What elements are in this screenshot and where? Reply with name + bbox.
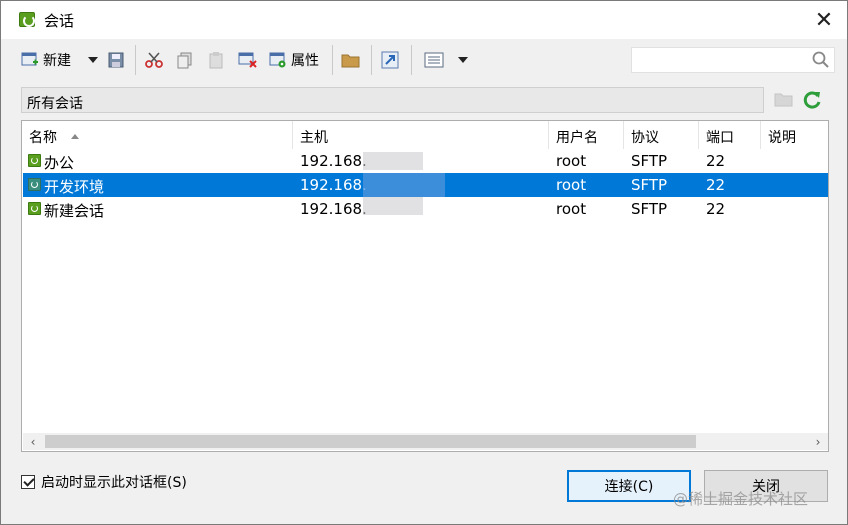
list-header: 名称 主机 用户名 协议 端口 说明: [22, 121, 828, 149]
column-header-name[interactable]: 名称: [22, 121, 293, 149]
redacted-host-blur: [363, 197, 423, 215]
properties-icon: [269, 51, 287, 69]
delete-session-icon: [238, 51, 257, 69]
redacted-host-blur: [363, 173, 445, 197]
session-user: root: [556, 176, 587, 194]
toolbar-separator: [332, 45, 333, 75]
column-header-description[interactable]: 说明: [761, 121, 828, 149]
chevron-down-icon: [88, 57, 98, 63]
save-button[interactable]: [107, 48, 125, 72]
shortcut-button[interactable]: [381, 48, 399, 72]
session-host: 192.168.: [300, 176, 367, 194]
scroll-right-icon[interactable]: ›: [812, 436, 824, 448]
folder-icon: [341, 51, 360, 69]
toolbar-separator: [411, 45, 412, 75]
list-item[interactable]: 开发环境 192.168. root SFTP 22: [23, 173, 828, 197]
scroll-left-icon[interactable]: ‹: [27, 436, 39, 448]
sort-ascending-icon: [71, 133, 79, 139]
column-header-protocol[interactable]: 协议: [624, 121, 699, 149]
properties-label: 属性: [291, 53, 319, 69]
session-host: 192.168.: [300, 200, 367, 218]
column-header-host[interactable]: 主机: [293, 121, 549, 149]
session-user: root: [556, 152, 587, 170]
refresh-icon[interactable]: [801, 89, 823, 111]
session-path-bar[interactable]: 所有会话: [21, 87, 764, 113]
view-mode-button[interactable]: [424, 48, 444, 72]
paste-icon: [207, 51, 225, 69]
session-path: 所有会话: [27, 96, 83, 112]
column-header-user[interactable]: 用户名: [549, 121, 624, 149]
new-session-dropdown[interactable]: [88, 48, 98, 72]
paste-button[interactable]: [207, 48, 225, 72]
session-port: 22: [706, 152, 726, 170]
close-window-button[interactable]: ✕: [801, 1, 847, 39]
session-port: 22: [706, 200, 726, 218]
toolbar-separator: [371, 45, 372, 75]
session-name: 开发环境: [44, 178, 105, 196]
title-bar: 会话 ✕: [1, 1, 847, 39]
session-icon: [28, 154, 41, 167]
list-item[interactable]: 新建会话 192.168. root SFTP 22: [23, 197, 828, 221]
cut-button[interactable]: [145, 48, 163, 72]
redacted-host-blur: [363, 152, 423, 170]
toolbar-separator: [135, 45, 136, 75]
show-on-startup-option[interactable]: 启动时显示此对话框(S): [21, 472, 187, 492]
shortcut-arrow-icon: [381, 51, 399, 69]
show-on-startup-label: 启动时显示此对话框(S): [41, 475, 187, 491]
session-icon: [28, 178, 41, 191]
chevron-down-icon: [458, 57, 468, 63]
session-host: 192.168.: [300, 152, 367, 170]
search-icon: [812, 51, 830, 69]
session-name: 办公: [44, 154, 75, 172]
open-folder-button[interactable]: [341, 48, 360, 72]
session-user: root: [556, 200, 587, 218]
copy-button[interactable]: [176, 48, 194, 72]
session-port: 22: [706, 176, 726, 194]
list-item[interactable]: 办公 192.168. root SFTP 22: [23, 149, 828, 173]
horizontal-scrollbar[interactable]: ‹ ›: [23, 433, 828, 450]
properties-button[interactable]: 属性: [269, 48, 319, 72]
session-dialog: 会话 ✕ 新建 属性 所有会话 名称 主机 用户名 协议 端口 说明 办公 19…: [0, 0, 848, 525]
window-title: 会话: [44, 12, 75, 30]
show-on-startup-checkbox[interactable]: [21, 475, 35, 489]
session-list[interactable]: 名称 主机 用户名 协议 端口 说明 办公 192.168. root SFTP…: [21, 120, 829, 452]
column-header-port[interactable]: 端口: [699, 121, 761, 149]
new-folder-icon[interactable]: [774, 92, 793, 107]
session-protocol: SFTP: [631, 152, 668, 170]
app-session-icon: [19, 12, 35, 27]
new-session-label: 新建: [43, 53, 71, 69]
scissors-icon: [145, 51, 163, 69]
new-session-icon: [21, 51, 39, 69]
new-session-button[interactable]: 新建: [21, 48, 71, 72]
search-input[interactable]: [631, 47, 835, 73]
session-name: 新建会话: [44, 202, 105, 220]
save-icon: [107, 51, 125, 69]
view-mode-dropdown[interactable]: [458, 48, 468, 72]
list-view-icon: [424, 51, 444, 69]
toolbar: 新建 属性: [1, 39, 847, 81]
session-icon: [28, 202, 41, 215]
copy-icon: [176, 51, 194, 69]
delete-button[interactable]: [238, 48, 257, 72]
watermark: @稀土掘金技术社区: [673, 490, 809, 508]
scrollbar-thumb[interactable]: [45, 435, 696, 448]
session-protocol: SFTP: [631, 200, 668, 218]
session-protocol: SFTP: [631, 176, 668, 194]
